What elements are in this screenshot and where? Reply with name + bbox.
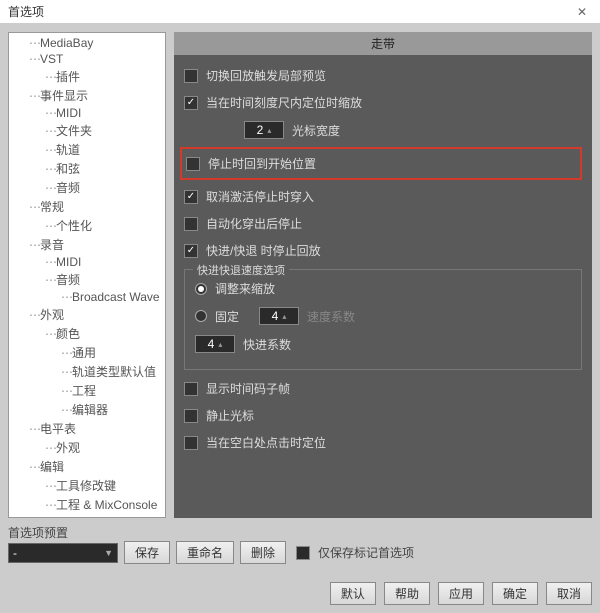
tree-item[interactable]: ⋯ MediaBay xyxy=(9,35,165,51)
radio[interactable] xyxy=(195,283,207,295)
default-button[interactable]: 默认 xyxy=(330,582,376,605)
speed-group: 快进快退速度选项 调整来缩放 固定 4▴ 速度系数 4▴ 快进系数 xyxy=(184,269,582,370)
content-title: 走带 xyxy=(174,32,592,55)
window-title: 首选项 xyxy=(8,3,572,20)
checkbox[interactable] xyxy=(186,157,200,171)
checkbox[interactable] xyxy=(184,217,198,231)
opt-static-cursor[interactable]: 静止光标 xyxy=(184,407,582,424)
opt-deactivate-punch[interactable]: 取消激活停止时穿入 xyxy=(184,188,582,205)
checkbox[interactable] xyxy=(184,436,198,450)
footer: 默认 帮助 应用 确定 取消 xyxy=(0,578,600,613)
checkbox[interactable] xyxy=(184,244,198,258)
titlebar: 首选项 ✕ xyxy=(0,0,600,24)
checkbox[interactable] xyxy=(184,96,198,110)
tree-item[interactable]: ⋯ 外观 xyxy=(9,305,165,324)
tree-item[interactable]: ⋯ 控制 xyxy=(9,514,165,518)
tree-item[interactable]: ⋯ 事件显示 xyxy=(9,86,165,105)
save-button[interactable]: 保存 xyxy=(124,541,170,564)
content-panel: 走带 切换回放触发局部预览 当在时间刻度尺内定位时缩放 2▴ 光标宽度 停止时回… xyxy=(174,32,592,518)
tree-item[interactable]: ⋯ 轨道 xyxy=(9,140,165,159)
tree-item[interactable]: ⋯ 工程 xyxy=(9,381,165,400)
opt-zoom-locate[interactable]: 当在时间刻度尺内定位时缩放 xyxy=(184,94,582,111)
tree-item[interactable]: ⋯ 文件夹 xyxy=(9,121,165,140)
opt-stop-return[interactable]: 停止时回到开始位置 xyxy=(180,147,582,180)
apply-button[interactable]: 应用 xyxy=(438,582,484,605)
ff-input[interactable]: 4▴ xyxy=(195,335,235,353)
checkbox[interactable] xyxy=(184,382,198,396)
tree-item[interactable]: ⋯ Broadcast Wave xyxy=(9,289,165,305)
tree-item[interactable]: ⋯ 通用 xyxy=(9,343,165,362)
tree-item[interactable]: ⋯ 电平表 xyxy=(9,419,165,438)
main-area: ⋯ MediaBay⋯ VST⋯ 插件⋯ 事件显示⋯ MIDI⋯ 文件夹⋯ 轨道… xyxy=(0,24,600,518)
preset-select[interactable]: -▼ xyxy=(8,543,118,563)
tree: ⋯ MediaBay⋯ VST⋯ 插件⋯ 事件显示⋯ MIDI⋯ 文件夹⋯ 轨道… xyxy=(9,33,165,518)
cancel-button[interactable]: 取消 xyxy=(546,582,592,605)
tree-item[interactable]: ⋯ 轨道类型默认值 xyxy=(9,362,165,381)
ok-button[interactable]: 确定 xyxy=(492,582,538,605)
tree-item[interactable]: ⋯ 外观 xyxy=(9,438,165,457)
content-body: 切换回放触发局部预览 当在时间刻度尺内定位时缩放 2▴ 光标宽度 停止时回到开始… xyxy=(174,55,592,518)
tree-item[interactable]: ⋯ 音频 xyxy=(9,270,165,289)
tree-item[interactable]: ⋯ MIDI xyxy=(9,254,165,270)
tree-item[interactable]: ⋯ 个性化 xyxy=(9,216,165,235)
checkbox-save-marked[interactable] xyxy=(296,546,310,560)
tree-item[interactable]: ⋯ 录音 xyxy=(9,235,165,254)
opt-click-empty[interactable]: 当在空白处点击时定位 xyxy=(184,434,582,451)
checkbox[interactable] xyxy=(184,69,198,83)
chevron-down-icon: ▼ xyxy=(104,548,113,558)
preset-area: 首选项预置 -▼ 保存 重命名 删除 仅保存标记首选项 xyxy=(0,518,600,578)
preset-label: 首选项预置 xyxy=(8,524,592,541)
opt-auto-punch-stop[interactable]: 自动化穿出后停止 xyxy=(184,215,582,232)
cursor-width-row: 2▴ 光标宽度 xyxy=(184,121,582,139)
tree-item[interactable]: ⋯ VST xyxy=(9,51,165,67)
opt-ffrw-stop[interactable]: 快进/快退 时停止回放 xyxy=(184,242,582,259)
cursor-width-input[interactable]: 2▴ xyxy=(244,121,284,139)
opt-adjust-zoom[interactable]: 调整来缩放 xyxy=(195,280,571,297)
group-title: 快进快退速度选项 xyxy=(193,262,289,278)
close-icon[interactable]: ✕ xyxy=(572,5,592,19)
tree-item[interactable]: ⋯ 工具修改键 xyxy=(9,476,165,495)
opt-switch-playback[interactable]: 切换回放触发局部预览 xyxy=(184,67,582,84)
delete-button[interactable]: 删除 xyxy=(240,541,286,564)
rename-button[interactable]: 重命名 xyxy=(176,541,234,564)
tree-item[interactable]: ⋯ 和弦 xyxy=(9,159,165,178)
tree-item[interactable]: ⋯ 工程 & MixConsole xyxy=(9,495,165,514)
tree-item[interactable]: ⋯ 插件 xyxy=(9,67,165,86)
tree-item[interactable]: ⋯ 颜色 xyxy=(9,324,165,343)
checkbox[interactable] xyxy=(184,190,198,204)
opt-fixed[interactable]: 固定 4▴ 速度系数 xyxy=(195,307,571,325)
opt-timecode[interactable]: 显示时间码子帧 xyxy=(184,380,582,397)
help-button[interactable]: 帮助 xyxy=(384,582,430,605)
radio[interactable] xyxy=(195,310,207,322)
tree-item[interactable]: ⋯ MIDI xyxy=(9,105,165,121)
tree-item[interactable]: ⋯ 音频 xyxy=(9,178,165,197)
tree-item[interactable]: ⋯ 常规 xyxy=(9,197,165,216)
checkbox[interactable] xyxy=(184,409,198,423)
tree-item[interactable]: ⋯ 编辑器 xyxy=(9,400,165,419)
speed-input[interactable]: 4▴ xyxy=(259,307,299,325)
ff-factor-row: 4▴ 快进系数 xyxy=(195,335,571,353)
tree-panel[interactable]: ⋯ MediaBay⋯ VST⋯ 插件⋯ 事件显示⋯ MIDI⋯ 文件夹⋯ 轨道… xyxy=(8,32,166,518)
tree-item[interactable]: ⋯ 编辑 xyxy=(9,457,165,476)
